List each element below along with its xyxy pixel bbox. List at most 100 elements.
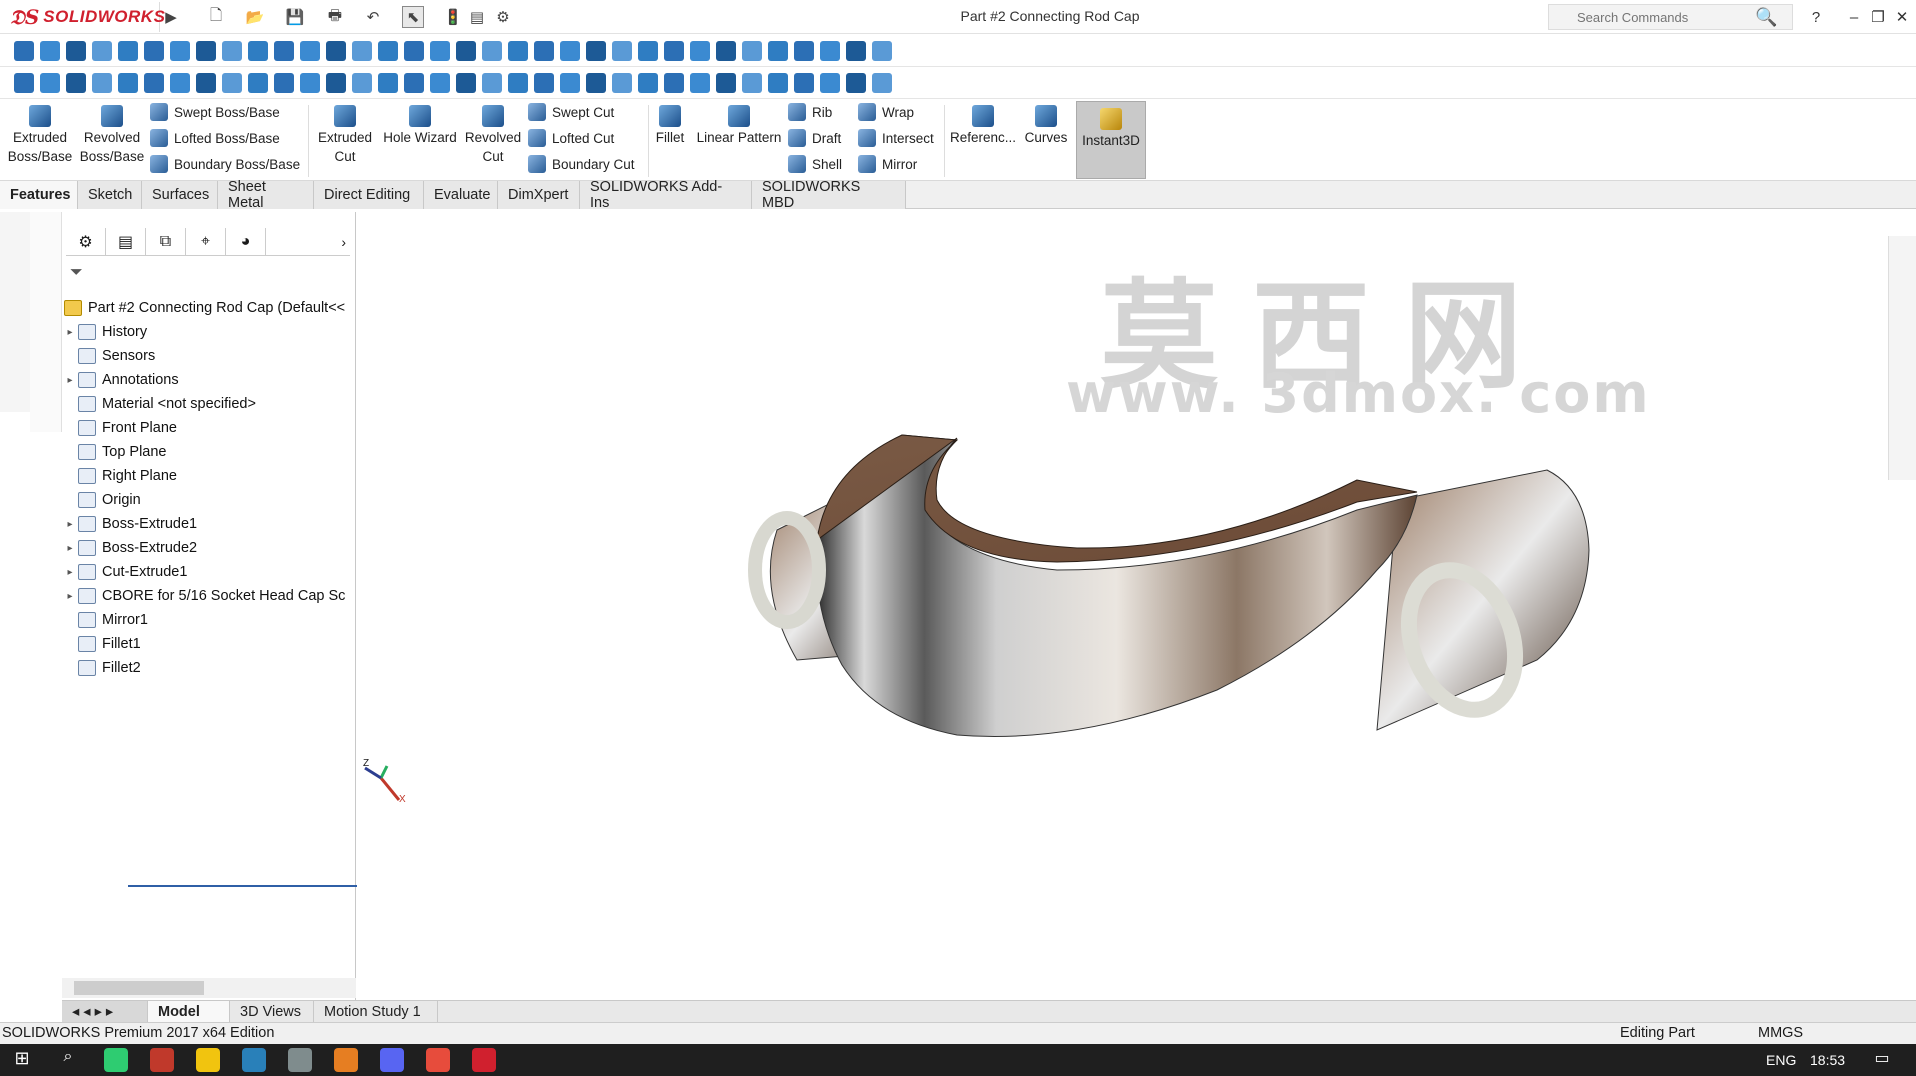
toolbar-tool-icon[interactable] bbox=[92, 73, 112, 93]
toolbar-tool-icon[interactable] bbox=[820, 73, 840, 93]
tree-item[interactable]: Fillet2 bbox=[62, 656, 141, 680]
toolbar-tool-icon[interactable] bbox=[508, 41, 528, 61]
tab-scroll-arrows[interactable]: ◂ ◂ ▸ ▸ bbox=[62, 1001, 148, 1023]
filter-icon[interactable]: ⏷ bbox=[70, 264, 83, 282]
app-orange-icon[interactable] bbox=[334, 1048, 358, 1072]
toolbar-tool-icon[interactable] bbox=[638, 73, 658, 93]
toolbar-tool-icon[interactable] bbox=[378, 73, 398, 93]
toolbar-tool-icon[interactable] bbox=[300, 41, 320, 61]
app-red-icon[interactable] bbox=[150, 1048, 174, 1072]
language-indicator[interactable]: ENG bbox=[1766, 1052, 1796, 1068]
toolbar-tool-icon[interactable] bbox=[378, 41, 398, 61]
toolbar-tool-icon[interactable] bbox=[768, 73, 788, 93]
discord-icon[interactable] bbox=[380, 1048, 404, 1072]
tree-item[interactable]: Material <not specified> bbox=[62, 392, 256, 416]
toolbar-tool-icon[interactable] bbox=[820, 41, 840, 61]
expand-arrow-icon[interactable]: ▸ bbox=[62, 375, 78, 386]
dimxpert-manager-tab-icon[interactable]: ⌖ bbox=[186, 228, 226, 256]
swept-cut-button[interactable]: Swept Cut bbox=[528, 101, 614, 123]
toolbar-tool-icon[interactable] bbox=[716, 41, 736, 61]
lofted-cut-button[interactable]: Lofted Cut bbox=[528, 127, 614, 149]
property-manager-tab-icon[interactable]: ▤ bbox=[106, 228, 146, 256]
feature-tree-tab-icon[interactable]: ⚙ bbox=[66, 228, 106, 256]
toolbar-tool-icon[interactable] bbox=[794, 73, 814, 93]
toolbar-tool-icon[interactable] bbox=[430, 41, 450, 61]
revolved-cut-button[interactable]: Revolved Cut bbox=[460, 105, 526, 166]
save-icon[interactable]: 💾 bbox=[284, 6, 306, 28]
file-properties-icon[interactable]: ▤ bbox=[466, 6, 488, 28]
search-input[interactable] bbox=[1577, 9, 1747, 25]
hole-wizard-button[interactable]: Hole Wizard bbox=[380, 105, 460, 147]
boundary-cut-button[interactable]: Boundary Cut bbox=[528, 153, 635, 175]
toolbar-tool-icon[interactable] bbox=[222, 73, 242, 93]
toolbar-tool-icon[interactable] bbox=[872, 73, 892, 93]
tab-surfaces[interactable]: Surfaces bbox=[142, 181, 218, 209]
toolbar-tool-icon[interactable] bbox=[352, 73, 372, 93]
fillet-button[interactable]: Fillet bbox=[652, 105, 688, 147]
solidworks-taskbar-icon[interactable] bbox=[472, 1048, 496, 1072]
boundary-boss-button[interactable]: Boundary Boss/Base bbox=[150, 153, 300, 175]
search-box[interactable]: 🔍 bbox=[1548, 4, 1793, 30]
expand-arrow-icon[interactable]: ▸ bbox=[62, 519, 78, 530]
toolbar-tool-icon[interactable] bbox=[118, 73, 138, 93]
scrollbar-thumb[interactable] bbox=[74, 981, 204, 995]
toolbar-tool-icon[interactable] bbox=[66, 41, 86, 61]
tab-sheet-metal[interactable]: Sheet Metal bbox=[218, 179, 314, 211]
curves-button[interactable]: Curves bbox=[1018, 105, 1074, 147]
toolbar-tool-icon[interactable] bbox=[40, 73, 60, 93]
toolbar-tool-icon[interactable] bbox=[352, 41, 372, 61]
undo-icon[interactable]: ↶ bbox=[362, 6, 384, 28]
extruded-boss-button[interactable]: Extruded Boss/Base bbox=[8, 105, 72, 166]
print-icon[interactable]: 🖶 bbox=[324, 6, 346, 28]
toolbar-tool-icon[interactable] bbox=[612, 73, 632, 93]
tab-sketch[interactable]: Sketch bbox=[78, 181, 142, 209]
tab-dimxpert[interactable]: DimXpert bbox=[498, 181, 580, 209]
tree-item[interactable]: Sensors bbox=[62, 344, 155, 368]
tree-item[interactable]: ▸ CBORE for 5/16 Socket Head Cap Sc bbox=[62, 584, 345, 608]
toolbar-tool-icon[interactable] bbox=[560, 41, 580, 61]
toolbar-tool-icon[interactable] bbox=[144, 73, 164, 93]
tab-direct-editing[interactable]: Direct Editing bbox=[314, 181, 424, 209]
file-explorer-icon[interactable] bbox=[196, 1048, 220, 1072]
tab-features[interactable]: Features bbox=[0, 181, 78, 209]
toolbar-tool-icon[interactable] bbox=[482, 41, 502, 61]
toolbar-tool-icon[interactable] bbox=[404, 73, 424, 93]
toolbar-tool-icon[interactable] bbox=[170, 73, 190, 93]
tree-item[interactable]: Fillet1 bbox=[62, 632, 141, 656]
toolbar-tool-icon[interactable] bbox=[716, 73, 736, 93]
rebuild-icon[interactable]: 🚦 bbox=[442, 6, 464, 28]
windows-start-icon[interactable]: ⊞ bbox=[10, 1048, 34, 1072]
toolbar-tool-icon[interactable] bbox=[638, 41, 658, 61]
mirror-button[interactable]: Mirror bbox=[858, 153, 917, 175]
intersect-button[interactable]: Intersect bbox=[858, 127, 934, 149]
tree-item[interactable]: ▸ Cut-Extrude1 bbox=[62, 560, 187, 584]
toolbar-tool-icon[interactable] bbox=[664, 73, 684, 93]
extruded-cut-button[interactable]: Extruded Cut bbox=[314, 105, 376, 166]
tree-item[interactable]: Origin bbox=[62, 488, 141, 512]
toolbar-tool-icon[interactable] bbox=[326, 41, 346, 61]
toolbar-tool-icon[interactable] bbox=[170, 41, 190, 61]
app-green-icon[interactable] bbox=[104, 1048, 128, 1072]
tree-item[interactable]: Mirror1 bbox=[62, 608, 148, 632]
expand-arrow-icon[interactable]: ▸ bbox=[62, 327, 78, 338]
help-icon[interactable]: ? bbox=[1804, 5, 1828, 29]
toolbar-tool-icon[interactable] bbox=[248, 73, 268, 93]
toolbar-tool-icon[interactable] bbox=[872, 41, 892, 61]
toolbar-tool-icon[interactable] bbox=[274, 41, 294, 61]
select-icon[interactable]: ⬉ bbox=[402, 6, 424, 28]
toolbar-tool-icon[interactable] bbox=[222, 41, 242, 61]
toolbar-tool-icon[interactable] bbox=[534, 41, 554, 61]
panel-expand-icon[interactable]: › bbox=[266, 228, 350, 255]
toolbar-tool-icon[interactable] bbox=[534, 73, 554, 93]
lofted-boss-button[interactable]: Lofted Boss/Base bbox=[150, 127, 280, 149]
toolbar-tool-icon[interactable] bbox=[846, 41, 866, 61]
wrap-button[interactable]: Wrap bbox=[858, 101, 914, 123]
toolbar-tool-icon[interactable] bbox=[40, 41, 60, 61]
expand-arrow-icon[interactable]: ▸ bbox=[62, 591, 78, 602]
toolbar-tool-icon[interactable] bbox=[612, 41, 632, 61]
close-button[interactable]: ✕ bbox=[1890, 5, 1914, 29]
toolbar-tool-icon[interactable] bbox=[196, 73, 216, 93]
linear-pattern-button[interactable]: Linear Pattern bbox=[692, 105, 786, 147]
clock[interactable]: 18:53 bbox=[1810, 1052, 1845, 1068]
tab-solidworks-mbd[interactable]: SOLIDWORKS MBD bbox=[752, 179, 906, 211]
